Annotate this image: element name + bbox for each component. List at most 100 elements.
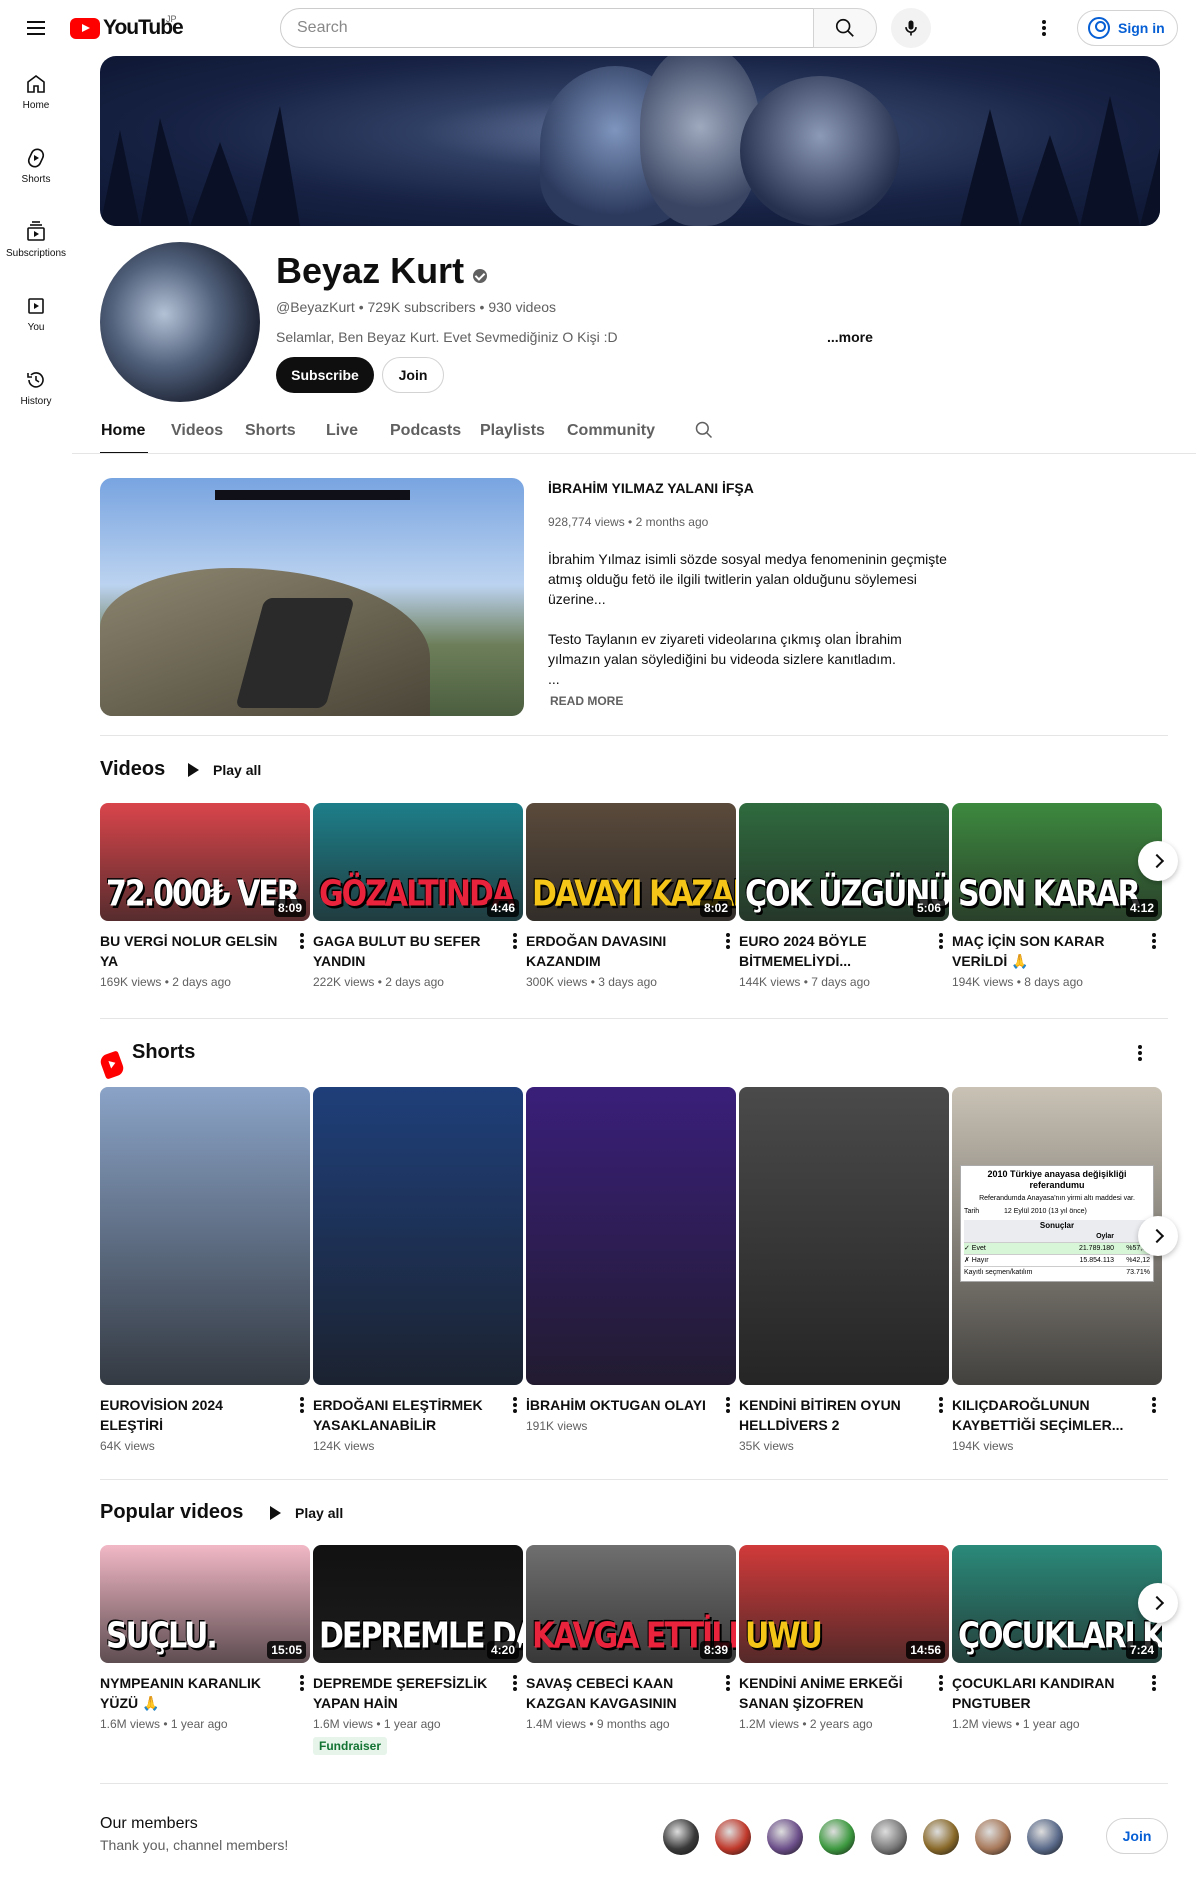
- tab-community[interactable]: Community: [567, 422, 655, 440]
- video-card[interactable]: DAVAYI KAZANDIM8:02 ERDOĞAN DAVASINI KAZA…: [526, 803, 736, 989]
- video-card[interactable]: ÇOK ÜZGÜNÜM5:06 EURO 2024 BÖYLE BİTMEMELİ…: [739, 803, 949, 989]
- read-more-link[interactable]: READ MORE: [550, 694, 623, 708]
- video-thumbnail[interactable]: GÖZALTINDA 4:46: [313, 803, 523, 921]
- video-thumbnail[interactable]: ÇOCUKLARI KANDIRAN PNGTUBER7:24: [952, 1545, 1162, 1663]
- videos-section-title[interactable]: Videos: [100, 758, 165, 781]
- video-more-icon[interactable]: [929, 929, 953, 953]
- description-more-link[interactable]: ...more: [827, 329, 873, 345]
- video-thumbnail[interactable]: ÇOK ÜZGÜNÜM5:06: [739, 803, 949, 921]
- popular-play-all-button[interactable]: Play all: [270, 1505, 343, 1521]
- short-title[interactable]: İBRAHİM OKTUGAN OLAYI: [526, 1395, 712, 1415]
- shorts-more-icon[interactable]: [1128, 1041, 1152, 1065]
- tab-videos[interactable]: Videos: [171, 422, 223, 440]
- video-duration: 4:46: [486, 899, 519, 917]
- video-card[interactable]: DEPREMLE DALGA GEÇTİLER...4:20 DEPREMDE Ş…: [313, 1545, 523, 1755]
- short-title[interactable]: EUROVİSİON 2024 ELEŞTİRİ: [100, 1395, 286, 1435]
- video-thumbnail[interactable]: SUÇLU. 15:05: [100, 1545, 310, 1663]
- short-thumbnail[interactable]: [100, 1087, 310, 1385]
- video-thumbnail[interactable]: 72.000₺ VER 8:09: [100, 803, 310, 921]
- video-thumbnail[interactable]: DAVAYI KAZANDIM8:02: [526, 803, 736, 921]
- video-title[interactable]: KENDİNİ ANİME ERKEĞİ SANAN ŞİZOFREN: [739, 1673, 925, 1713]
- video-thumbnail[interactable]: SON KARAR 4:12: [952, 803, 1162, 921]
- video-duration: 7:24: [1125, 1641, 1158, 1659]
- short-title[interactable]: KENDİNİ BİTİREN OYUN HELLDİVERS 2: [739, 1395, 925, 1435]
- you-icon: [28, 298, 44, 314]
- video-more-icon[interactable]: [1142, 929, 1166, 953]
- video-title[interactable]: MAÇ İÇİN SON KARAR VERİLDİ 🙏: [952, 931, 1138, 971]
- voice-search-button[interactable]: [891, 8, 931, 48]
- short-more-icon[interactable]: [929, 1393, 953, 1417]
- search-button[interactable]: [813, 8, 877, 48]
- channel-description[interactable]: Selamlar, Ben Beyaz Kurt. Evet Sevmediği…: [276, 329, 618, 345]
- short-thumbnail[interactable]: [739, 1087, 949, 1385]
- short-more-icon[interactable]: [1142, 1393, 1166, 1417]
- video-meta: 1.2M views • 1 year ago: [952, 1717, 1080, 1731]
- video-title[interactable]: NYMPEANIN KARANLIK YÜZÜ 🙏: [100, 1673, 286, 1713]
- sidebar-item-home[interactable]: Home: [0, 56, 72, 130]
- video-thumbnail[interactable]: UWU 14:56: [739, 1545, 949, 1663]
- video-card[interactable]: 72.000₺ VER 8:09 BU VERGİ NOLUR GELSİN YA 1…: [100, 803, 310, 989]
- short-thumbnail[interactable]: 2010 Türkiye anayasa değişikliği referan…: [952, 1087, 1162, 1385]
- video-title[interactable]: GAGA BULUT BU SEFER YANDIN: [313, 931, 499, 971]
- menu-icon[interactable]: [24, 16, 48, 40]
- video-title[interactable]: DEPREMDE ŞEREFSİZLİK YAPAN HAİN: [313, 1673, 499, 1713]
- video-more-icon[interactable]: [716, 1671, 740, 1695]
- sidebar-item-shorts[interactable]: Shorts: [0, 130, 72, 204]
- video-card[interactable]: SON KARAR 4:12 MAÇ İÇİN SON KARAR VERİLDİ …: [952, 803, 1162, 989]
- sign-in-button[interactable]: Sign in: [1077, 10, 1178, 46]
- settings-menu-icon[interactable]: [1032, 16, 1056, 40]
- shorts-next-button[interactable]: [1138, 1216, 1178, 1256]
- short-more-icon[interactable]: [503, 1393, 527, 1417]
- short-card[interactable]: İBRAHİM OKTUGAN OLAYI 191K views: [526, 1087, 736, 1433]
- search-input[interactable]: Search: [280, 8, 814, 48]
- short-title[interactable]: ERDOĞANI ELEŞTİRMEK YASAKLANABİLİR: [313, 1395, 499, 1435]
- members-join-button[interactable]: Join: [1106, 1818, 1168, 1854]
- featured-video-meta: 928,774 views • 2 months ago: [548, 515, 709, 529]
- popular-next-button[interactable]: [1138, 1583, 1178, 1623]
- tab-playlists[interactable]: Playlists: [480, 422, 545, 440]
- video-more-icon[interactable]: [290, 929, 314, 953]
- channel-search-icon[interactable]: [694, 420, 714, 440]
- short-card[interactable]: KENDİNİ BİTİREN OYUN HELLDİVERS 2 35K vie…: [739, 1087, 949, 1453]
- short-more-icon[interactable]: [290, 1393, 314, 1417]
- video-title[interactable]: BU VERGİ NOLUR GELSİN YA: [100, 931, 286, 971]
- short-card[interactable]: 2010 Türkiye anayasa değişikliği referan…: [952, 1087, 1162, 1453]
- short-thumbnail[interactable]: [526, 1087, 736, 1385]
- short-thumbnail[interactable]: [313, 1087, 523, 1385]
- video-more-icon[interactable]: [716, 929, 740, 953]
- shorts-section-title[interactable]: Shorts: [132, 1041, 195, 1064]
- featured-video-thumbnail[interactable]: [100, 478, 524, 716]
- video-title[interactable]: ERDOĞAN DAVASINI KAZANDIM: [526, 931, 712, 971]
- video-card[interactable]: KAVGA ETTİLER8:39 SAVAŞ CEBECİ KAAN KAZGA…: [526, 1545, 736, 1731]
- popular-section-title[interactable]: Popular videos: [100, 1501, 243, 1524]
- video-title[interactable]: ÇOCUKLARI KANDIRAN PNGTUBER: [952, 1673, 1138, 1713]
- tab-shorts[interactable]: Shorts: [245, 422, 296, 440]
- sidebar-item-you[interactable]: You: [0, 278, 72, 352]
- video-card[interactable]: UWU 14:56 KENDİNİ ANİME ERKEĞİ SANAN ŞİZOF…: [739, 1545, 949, 1731]
- video-more-icon[interactable]: [929, 1671, 953, 1695]
- video-more-icon[interactable]: [503, 929, 527, 953]
- videos-next-button[interactable]: [1138, 841, 1178, 881]
- video-more-icon[interactable]: [503, 1671, 527, 1695]
- sidebar-item-subscriptions[interactable]: Subscriptions: [0, 204, 72, 278]
- video-title[interactable]: EURO 2024 BÖYLE BİTMEMELİYDİ...: [739, 931, 925, 971]
- video-card[interactable]: ÇOCUKLARI KANDIRAN PNGTUBER7:24ÇOCUKLARI…: [952, 1545, 1162, 1731]
- video-card[interactable]: SUÇLU. 15:05 NYMPEANIN KARANLIK YÜZÜ 🙏 1.6M…: [100, 1545, 310, 1731]
- tab-podcasts[interactable]: Podcasts: [390, 422, 461, 440]
- video-title[interactable]: SAVAŞ CEBECİ KAAN KAZGAN KAVGASININ TÜM.…: [526, 1673, 712, 1713]
- videos-play-all-button[interactable]: Play all: [188, 762, 261, 778]
- join-button[interactable]: Join: [382, 357, 444, 393]
- short-title[interactable]: KILIÇDAROĞLUNUN KAYBETTİĞİ SEÇİMLER...: [952, 1395, 1138, 1435]
- video-more-icon[interactable]: [290, 1671, 314, 1695]
- short-card[interactable]: EUROVİSİON 2024 ELEŞTİRİ 64K views: [100, 1087, 310, 1453]
- featured-video-title[interactable]: İBRAHİM YILMAZ YALANI İFŞA: [548, 480, 754, 496]
- short-more-icon[interactable]: [716, 1393, 740, 1417]
- video-card[interactable]: GÖZALTINDA 4:46 GAGA BULUT BU SEFER YANDIN…: [313, 803, 523, 989]
- tab-home[interactable]: Home: [101, 422, 145, 440]
- video-thumbnail[interactable]: DEPREMLE DALGA GEÇTİLER...4:20: [313, 1545, 523, 1663]
- video-more-icon[interactable]: [1142, 1671, 1166, 1695]
- video-thumbnail[interactable]: KAVGA ETTİLER8:39: [526, 1545, 736, 1663]
- short-card[interactable]: ERDOĞANI ELEŞTİRMEK YASAKLANABİLİR 124K v…: [313, 1087, 523, 1453]
- subscribe-button[interactable]: Subscribe: [276, 357, 374, 393]
- tab-live[interactable]: Live: [326, 422, 358, 440]
